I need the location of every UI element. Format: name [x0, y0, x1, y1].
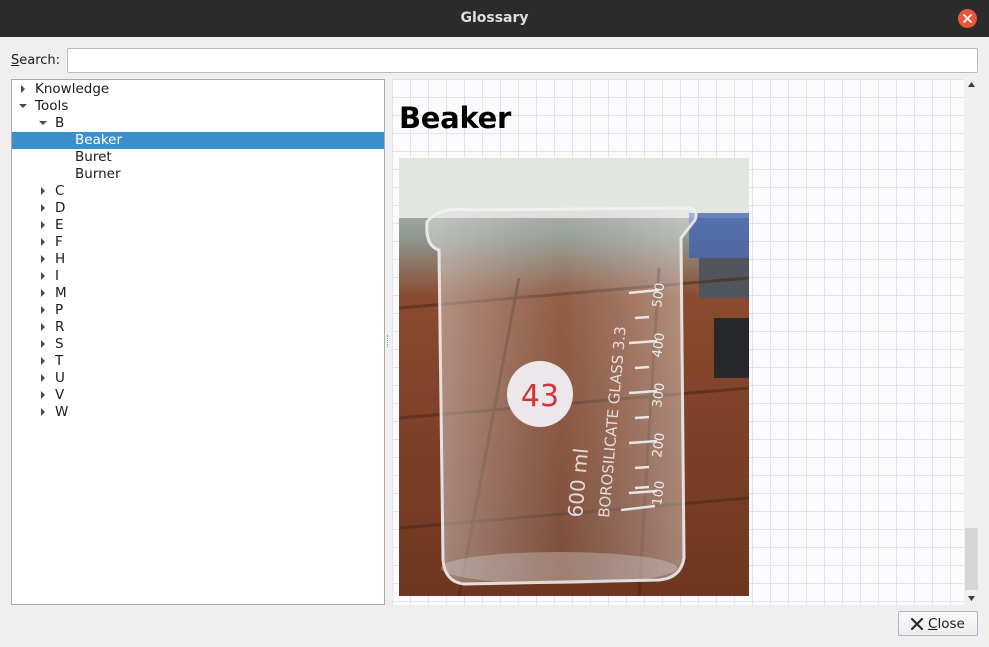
expand-arrow-down-icon[interactable] — [18, 98, 28, 115]
tree-item-label: P — [55, 302, 64, 318]
window-titlebar: Glossary — [0, 0, 989, 37]
window-close-icon[interactable] — [958, 9, 977, 28]
tree-item-t[interactable]: T — [12, 353, 384, 370]
tree-item-label: Knowledge — [35, 81, 110, 97]
expand-arrow-right-icon[interactable] — [38, 234, 48, 251]
tree-item-f[interactable]: F — [12, 234, 384, 251]
expand-arrow-right-icon[interactable] — [38, 268, 48, 285]
close-x-icon — [910, 617, 924, 634]
expand-arrow-right-icon[interactable] — [38, 387, 48, 404]
tree-item-knowledge[interactable]: Knowledge — [12, 81, 384, 98]
entry-viewer: Beaker 43 500 400 300 200 100 BOROSILICA… — [392, 79, 979, 605]
tree-item-buret[interactable]: Buret — [12, 149, 384, 166]
tree-item-label: S — [55, 336, 64, 352]
tree-item-label: D — [55, 200, 66, 216]
tree-item-label: Buret — [75, 149, 112, 165]
expand-arrow-right-icon[interactable] — [38, 353, 48, 370]
tree-item-m[interactable]: M — [12, 285, 384, 302]
search-label-text: earch: — [19, 53, 61, 68]
tree-item-b[interactable]: B — [12, 115, 384, 132]
expand-arrow-right-icon[interactable] — [38, 370, 48, 387]
tree-item-h[interactable]: H — [12, 251, 384, 268]
tree-item-label: W — [55, 404, 69, 420]
beaker-label-number: 43 — [521, 379, 559, 414]
tree-item-c[interactable]: C — [12, 183, 384, 200]
tree-item-label: T — [55, 353, 64, 369]
tree-item-label: Beaker — [75, 132, 123, 148]
window-title: Glossary — [460, 10, 529, 26]
pane-splitter[interactable] — [385, 79, 392, 605]
tree-item-tools[interactable]: Tools — [12, 98, 384, 115]
tree-item-label: H — [55, 251, 66, 267]
glossary-tree[interactable]: Knowledge Tools B Beaker Buret Burner C D E F H I M P… — [11, 79, 385, 605]
close-button[interactable]: Close — [898, 611, 978, 636]
expand-arrow-right-icon[interactable] — [38, 319, 48, 336]
expand-arrow-right-icon[interactable] — [38, 200, 48, 217]
tree-item-label: M — [55, 285, 67, 301]
scroll-up-arrow-icon[interactable] — [964, 79, 979, 91]
tree-item-u[interactable]: U — [12, 370, 384, 387]
entry-heading: Beaker — [399, 101, 512, 135]
expand-arrow-right-icon[interactable] — [38, 251, 48, 268]
tree-item-label: R — [55, 319, 65, 335]
expand-arrow-down-icon[interactable] — [38, 115, 48, 132]
tree-item-label: Tools — [35, 98, 69, 114]
tree-item-label: V — [55, 387, 65, 403]
close-label-text: lose — [937, 616, 965, 632]
tree-item-p[interactable]: P — [12, 302, 384, 319]
tree-item-i[interactable]: I — [12, 268, 384, 285]
search-row: Search: — [11, 48, 978, 73]
viewer-scrollbar[interactable] — [964, 79, 979, 605]
tree-item-label: B — [55, 115, 65, 131]
tree-item-label: C — [55, 183, 65, 199]
tree-item-r[interactable]: R — [12, 319, 384, 336]
close-button-label: Close — [928, 616, 965, 632]
tree-item-label: Burner — [75, 166, 121, 182]
expand-arrow-right-icon[interactable] — [38, 336, 48, 353]
scroll-down-arrow-icon[interactable] — [964, 593, 979, 605]
tree-item-w[interactable]: W — [12, 404, 384, 421]
splitter-grip — [387, 335, 389, 347]
expand-arrow-right-icon[interactable] — [38, 217, 48, 234]
tree-item-s[interactable]: S — [12, 336, 384, 353]
tree-item-d[interactable]: D — [12, 200, 384, 217]
search-label: Search: — [11, 53, 60, 68]
expand-arrow-right-icon[interactable] — [18, 81, 28, 98]
scrollbar-thumb[interactable] — [965, 528, 978, 590]
tree-item-burner[interactable]: Burner — [12, 166, 384, 183]
tree-item-label: F — [55, 234, 63, 250]
tree-item-label: I — [55, 268, 59, 284]
expand-arrow-right-icon[interactable] — [38, 404, 48, 421]
beaker-photo: 43 500 400 300 200 100 BOROSILICATE GLAS… — [399, 158, 749, 596]
tree-item-label: E — [55, 217, 64, 233]
tree-item-label: U — [55, 370, 65, 386]
expand-arrow-right-icon[interactable] — [38, 183, 48, 200]
expand-arrow-right-icon[interactable] — [38, 285, 48, 302]
search-input[interactable] — [67, 48, 978, 73]
tree-item-e[interactable]: E — [12, 217, 384, 234]
tree-item-v[interactable]: V — [12, 387, 384, 404]
tree-item-beaker[interactable]: Beaker — [12, 132, 384, 149]
expand-arrow-right-icon[interactable] — [38, 302, 48, 319]
